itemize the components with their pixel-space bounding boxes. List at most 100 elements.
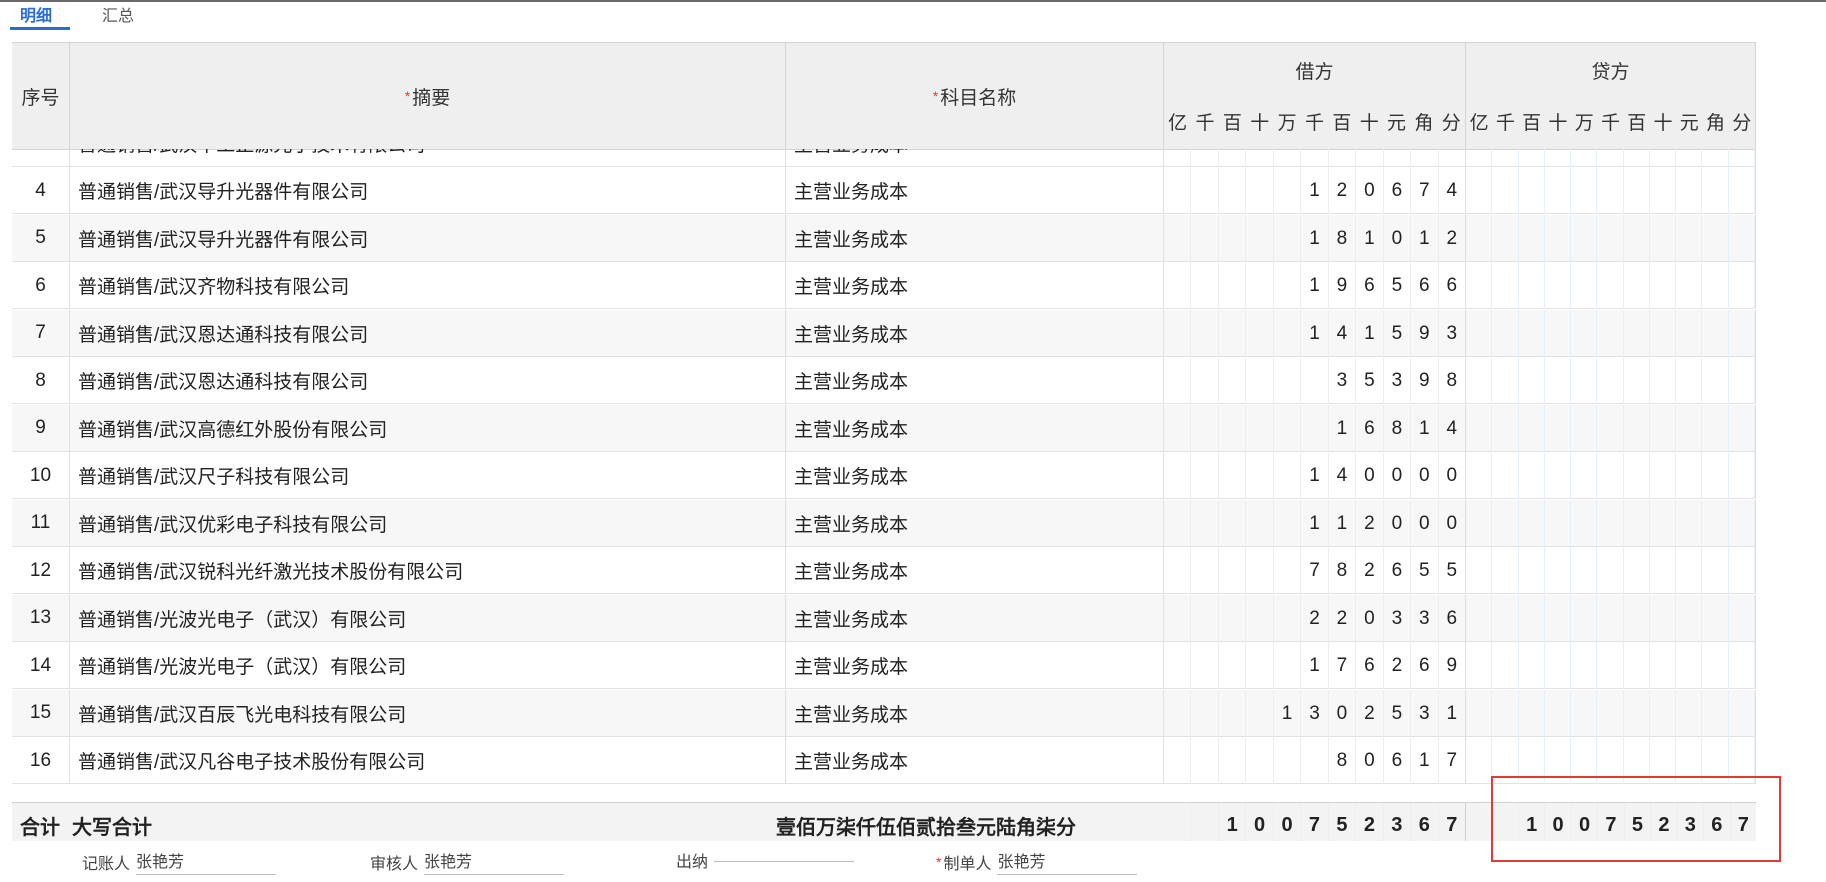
debit-digit	[1191, 594, 1219, 642]
row-credit[interactable]	[1466, 642, 1756, 689]
row-summary[interactable]: 普通销售/武汉锐科光纤激光技术股份有限公司	[70, 547, 786, 594]
row-account[interactable]: 主营业务成本	[786, 167, 1164, 214]
table-row[interactable]: 8 普通销售/武汉恩达通科技有限公司 主营业务成本 3 5 3 9 8	[12, 357, 1756, 404]
credit-digit	[1702, 357, 1729, 404]
row-account[interactable]: 主营业务成本	[786, 404, 1164, 452]
row-summary[interactable]: 普通销售/光波光电子（武汉）有限公司	[70, 594, 786, 642]
row-credit[interactable]	[1466, 214, 1756, 262]
debit-digit: 1	[1446, 702, 1458, 724]
row-summary[interactable]: 普通销售/武汉尺子科技有限公司	[70, 452, 786, 499]
credit-digit	[1650, 167, 1677, 214]
table-row[interactable]: 6 普通销售/武汉齐物科技有限公司 主营业务成本 1 9 6 5 6 6	[12, 262, 1756, 309]
row-account[interactable]: 主营业务成本	[786, 499, 1164, 547]
row-summary[interactable]: 普通销售/武汉百辰飞光电科技有限公司	[70, 689, 786, 737]
table-row[interactable]: 7 普通销售/武汉恩达通科技有限公司 主营业务成本 1 4 1 5 9 3	[12, 309, 1756, 357]
row-summary[interactable]: 普通销售/武汉恩达通科技有限公司	[70, 309, 786, 357]
row-account[interactable]: 主营业务成本	[786, 357, 1164, 404]
row-account[interactable]: 主营业务成本	[786, 262, 1164, 309]
row-debit[interactable]: 112000	[1164, 499, 1466, 547]
row-debit[interactable]: 35398	[1164, 357, 1466, 404]
debit-digit	[1246, 689, 1274, 737]
row-index: 7	[12, 309, 70, 357]
tab-summary[interactable]: 汇总	[102, 2, 134, 26]
debit-digit: 6	[1356, 642, 1384, 689]
table-row[interactable]: 11 普通销售/武汉优彩电子科技有限公司 主营业务成本 1 1 2 0 0 0	[12, 499, 1756, 547]
row-debit[interactable]: 80617	[1164, 737, 1466, 784]
row-summary[interactable]: 普通销售/武汉导升光器件有限公司	[70, 167, 786, 214]
row-credit[interactable]	[1466, 689, 1756, 737]
credit-digit	[1650, 309, 1677, 357]
row-credit[interactable]	[1466, 309, 1756, 357]
debit-digit: 2	[1356, 689, 1384, 737]
credit-digit	[1571, 547, 1598, 594]
table-row[interactable]: 5 普通销售/武汉导升光器件有限公司 主营业务成本 1 8 1 0 1 2	[12, 214, 1756, 262]
table-row[interactable]: 4 普通销售/武汉导升光器件有限公司 主营业务成本 1 2 0 6 7 4	[12, 167, 1756, 214]
row-account[interactable]: 主营业务成本	[786, 547, 1164, 594]
row-account[interactable]: 主营业务成本	[786, 309, 1164, 357]
debit-digit	[1191, 737, 1219, 784]
debit-digit	[1246, 214, 1274, 262]
row-debit[interactable]: 782655	[1164, 547, 1466, 594]
row-summary[interactable]: 普通销售/武汉导升光器件有限公司	[70, 214, 786, 262]
row-account[interactable]: 主营业务成本	[786, 689, 1164, 737]
tab-detail[interactable]: 明细	[20, 2, 52, 26]
row-debit[interactable]: 16814	[1164, 404, 1466, 452]
row-debit[interactable]: 100015	[1164, 149, 1466, 167]
row-credit[interactable]	[1466, 262, 1756, 309]
row-account[interactable]: 主营业务成本	[786, 149, 1164, 167]
reviewer-name[interactable]: 张艳芳	[424, 848, 565, 875]
total-debit-digit: 0	[1246, 803, 1274, 841]
digit-unit-label: 分	[1441, 113, 1461, 134]
debit-digit	[1164, 642, 1192, 689]
row-summary[interactable]: 普通销售/武汉华工正源光子技术有限公司	[70, 149, 786, 167]
row-summary[interactable]: 普通销售/武汉恩达通科技有限公司	[70, 357, 786, 404]
row-debit[interactable]: 140000	[1164, 452, 1466, 499]
row-debit[interactable]: 1302531	[1164, 689, 1466, 737]
row-debit[interactable]: 220336	[1164, 594, 1466, 642]
row-summary[interactable]: 普通销售/光波光电子（武汉）有限公司	[70, 642, 786, 689]
row-debit[interactable]: 141593	[1164, 309, 1466, 357]
cashier-name[interactable]	[714, 859, 855, 862]
row-account[interactable]: 主营业务成本	[786, 452, 1164, 499]
row-account[interactable]: 主营业务成本	[786, 737, 1164, 784]
row-credit[interactable]	[1466, 404, 1756, 452]
table-row[interactable]: 15 普通销售/武汉百辰飞光电科技有限公司 主营业务成本 1 3 0 2 5 3 1	[12, 689, 1756, 737]
col-account-header: * 科目名称	[786, 43, 1164, 149]
table-row[interactable]: 12 普通销售/武汉锐科光纤激光技术股份有限公司 主营业务成本 7 8 2 6 5 5	[12, 547, 1756, 594]
credit-digit	[1624, 547, 1650, 594]
row-credit[interactable]	[1466, 594, 1756, 642]
row-credit[interactable]	[1466, 499, 1756, 547]
row-debit[interactable]: 120674	[1164, 167, 1466, 214]
debit-digit: 8	[1329, 214, 1357, 262]
row-debit[interactable]: 181012	[1164, 214, 1466, 262]
row-account[interactable]: 主营业务成本	[786, 642, 1164, 689]
row-account[interactable]: 主营业务成本	[786, 594, 1164, 642]
row-summary[interactable]: 普通销售/武汉高德红外股份有限公司	[70, 404, 786, 452]
credit-digit	[1729, 499, 1755, 547]
row-debit[interactable]: 176269	[1164, 642, 1466, 689]
table-row[interactable]: 9 普通销售/武汉高德红外股份有限公司 主营业务成本 1 6 8 1 4	[12, 404, 1756, 452]
digit-unit-label: 元	[1679, 113, 1699, 134]
credit-digit	[1492, 452, 1519, 499]
debit-digit: 8	[1329, 547, 1357, 594]
table-row[interactable]: 13 普通销售/光波光电子（武汉）有限公司 主营业务成本 2 2 0 3 3 6	[12, 594, 1756, 642]
digit-unit-label: 千	[1195, 113, 1215, 134]
table-row-partial[interactable]: 普通销售/武汉华工正源光子技术有限公司主营业务成本100015	[12, 149, 1756, 167]
row-account[interactable]: 主营业务成本	[786, 214, 1164, 262]
row-summary[interactable]: 普通销售/武汉齐物科技有限公司	[70, 262, 786, 309]
table-row[interactable]: 14 普通销售/光波光电子（武汉）有限公司 主营业务成本 1 7 6 2 6 9	[12, 642, 1756, 689]
row-credit[interactable]	[1466, 167, 1756, 214]
row-credit[interactable]	[1466, 357, 1756, 404]
maker-name[interactable]: 张艳芳	[997, 848, 1138, 875]
debit-digit: 6	[1384, 547, 1412, 594]
bookkeeper-name[interactable]: 张艳芳	[136, 848, 277, 875]
row-debit[interactable]: 196566	[1164, 262, 1466, 309]
debit-digit: 7	[1446, 750, 1458, 771]
row-credit[interactable]	[1466, 452, 1756, 499]
row-credit[interactable]	[1466, 149, 1756, 167]
credit-digit	[1492, 404, 1519, 452]
row-summary[interactable]: 普通销售/武汉凡谷电子技术股份有限公司	[70, 737, 786, 784]
row-summary[interactable]: 普通销售/武汉优彩电子科技有限公司	[70, 499, 786, 547]
row-credit[interactable]	[1466, 547, 1756, 594]
table-row[interactable]: 10 普通销售/武汉尺子科技有限公司 主营业务成本 1 4 0 0 0 0	[12, 452, 1756, 499]
